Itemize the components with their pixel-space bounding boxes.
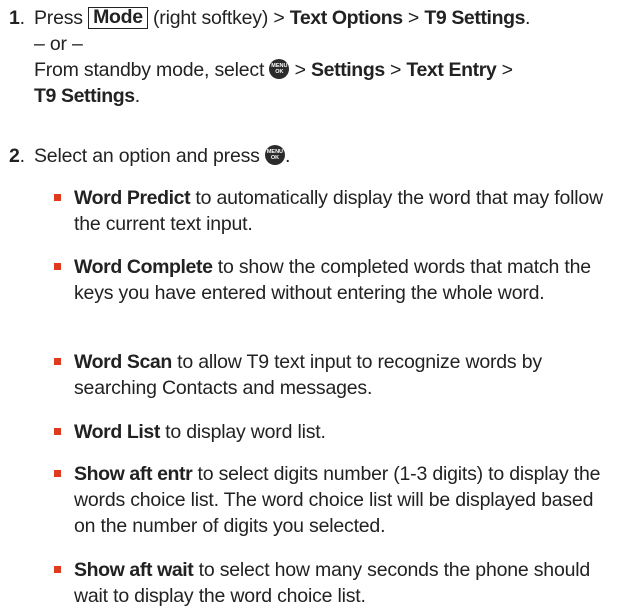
list-item: Word List to display word list. [0,419,617,445]
step-1-line-1: Press Mode (right softkey) > Text Option… [34,6,531,29]
step-number: 2. [9,145,25,167]
list-item: Word Scan to allow T9 text input to reco… [0,349,617,401]
bullet-icon [54,470,61,477]
menu-path-t9-settings: T9 Settings [424,7,526,29]
menu-path-settings: Settings [311,59,385,81]
step-1-body: Press Mode (right softkey) > Text Option… [34,5,617,109]
step-number: 1. [9,7,25,29]
list-item: Show aft wait to select how many seconds… [0,557,617,609]
list-item: Show aft entr to select digits number (1… [0,461,617,539]
mode-key: Mode [88,7,148,29]
step-2: 2. Select an option and press MENU OK. [0,143,617,169]
step-2-body: Select an option and press MENU OK. [34,145,291,167]
bullet-icon [54,358,61,365]
step-1-line-3: From standby mode, select MENU OK > Setti… [34,59,513,81]
manual-page: 1. Press Mode (right softkey) > Text Opt… [0,0,621,613]
step-1-line-4: T9 Settings. [34,85,140,107]
step-1: 1. Press Mode (right softkey) > Text Opt… [0,5,617,109]
menu-path-text-options: Text Options [289,7,403,29]
bullet-icon [54,428,61,435]
or-separator: – or – [34,33,83,55]
menu-ok-key-icon: MENU OK [269,59,290,79]
menu-ok-key-icon: MENU OK [264,145,285,165]
bullet-icon [54,194,61,201]
list-item: Word Predict to automatically display th… [0,185,617,237]
menu-path-text-entry: Text Entry [406,59,497,81]
menu-path-t9-settings-2: T9 Settings [34,85,135,107]
list-item: Word Complete to show the completed word… [0,254,617,306]
bullet-icon [54,566,61,573]
bullet-icon [54,263,61,270]
